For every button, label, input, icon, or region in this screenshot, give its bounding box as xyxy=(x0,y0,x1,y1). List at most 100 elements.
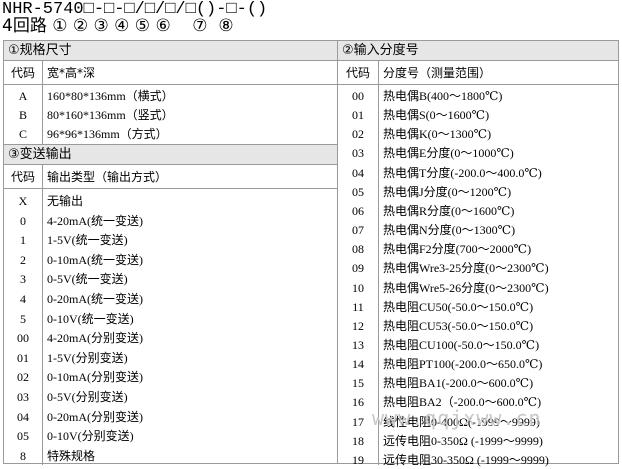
row-code: 18 xyxy=(352,433,364,448)
row-description: 热电阻BA1(-200.0～600.0℃) xyxy=(383,376,534,391)
row-code: X xyxy=(18,194,28,208)
row-code: 00 xyxy=(17,331,29,346)
row-description: 特殊规格 xyxy=(47,448,96,463)
row-description: 0-10V(统一变送) xyxy=(47,311,134,326)
section-input-col-code: 代码 xyxy=(345,66,370,80)
row-code: A xyxy=(18,89,28,103)
row-code: 03 xyxy=(352,146,364,161)
row-code: 1 xyxy=(20,233,26,248)
section-size-panel: ①规格尺寸 代码 宽*高*深 A 160*80*136mm（横式） B 80*160*… xyxy=(3,40,338,145)
row-description: 96*96*136mm（方式） xyxy=(47,127,168,142)
section-size-title: ①规格尺寸 xyxy=(4,41,337,61)
row-description: 0-10mA(分别变送) xyxy=(47,370,143,385)
row-description: 热电偶J分度(0～1200℃) xyxy=(383,184,512,199)
row-description: 160*80*136mm（横式） xyxy=(47,89,174,103)
row-code: 8 xyxy=(20,448,26,463)
row-description: 80*160*136mm（竖式） xyxy=(47,108,174,123)
row-code: 03 xyxy=(17,390,29,404)
row-description: 1-5V(统一变送) xyxy=(47,233,128,248)
table-row: X 无输出 xyxy=(4,192,337,210)
row-description: 0-10V(分别变送) xyxy=(47,429,134,444)
row-description: 4-20mA(分别变送) xyxy=(47,331,143,346)
row-code: 11 xyxy=(352,299,364,314)
table-row: 14 热电阻PT100(-200.0～650.0℃) xyxy=(338,355,618,373)
section-input-panel: ②输入分度号 代码 分度号（测量范围） 00 热电偶B(400～1800℃) 01 热… xyxy=(337,40,619,467)
table-row: 05 热电偶J分度(0～1200℃) xyxy=(338,183,618,201)
row-description: 0-5V(分别变送) xyxy=(47,390,128,404)
table-row: 07 热电偶N分度(0～1300℃) xyxy=(338,221,618,239)
row-code: 15 xyxy=(352,376,364,391)
row-code: 3 xyxy=(20,272,26,287)
row-code: 13 xyxy=(352,337,364,352)
table-row: 00 热电偶B(400～1800℃) xyxy=(338,87,618,105)
row-code: 02 xyxy=(352,127,364,142)
table-row: A 160*80*136mm（横式） xyxy=(4,87,337,105)
row-code: 00 xyxy=(352,89,364,103)
row-description: 热电偶B(400～1800℃) xyxy=(383,89,503,103)
table-row: 01 1-5V(分别变送) xyxy=(4,349,337,367)
row-description: 0-10mA(统一变送) xyxy=(47,252,143,267)
row-code: 0 xyxy=(20,213,26,228)
row-code: 05 xyxy=(352,184,364,199)
table-row: 8 特殊规格 xyxy=(4,447,337,465)
table-row: 02 热电偶K(0～1300℃) xyxy=(338,125,618,143)
row-code: C xyxy=(18,127,27,142)
row-description: 热电阻PT100(-200.0～650.0℃) xyxy=(383,357,543,372)
table-row: 11 热电阻CU50(-50.0～150.0℃) xyxy=(338,298,618,316)
row-description: 0-5V(统一变送) xyxy=(47,272,128,287)
row-code: 14 xyxy=(352,357,364,372)
section-output-col-desc: 输出类型（输出方式） xyxy=(47,170,168,184)
row-code: 08 xyxy=(352,242,364,257)
table-row: 00 4-20mA(分别变送) xyxy=(4,329,337,347)
row-description: 热电偶F2分度(700～2000℃) xyxy=(383,242,532,257)
section-output-col-code: 代码 xyxy=(10,170,35,184)
section-output-panel: ③变送输出 代码 输出类型（输出方式） X 无输出 0 4-20mA(统一变送) 1 1-… xyxy=(3,144,338,465)
table-row: 0 4-20mA(统一变送) xyxy=(4,212,337,230)
table-row: 03 热电偶E分度(0～1000℃) xyxy=(338,144,618,162)
table-row: 05 0-10V(分别变送) xyxy=(4,427,337,445)
table-row: 09 热电偶Wre3-25分度(0～2300℃) xyxy=(338,259,618,277)
table-row: 04 热电偶T分度(-200.0～400.0℃) xyxy=(338,164,618,182)
row-code: 01 xyxy=(17,350,29,365)
section-input-title: ②输入分度号 xyxy=(338,41,618,61)
table-row: 4 0-20mA(统一变送) xyxy=(4,290,337,308)
row-code: 04 xyxy=(352,165,364,180)
position-numbering: 4回路 ① ② ③ ④ ⑤ ⑥ ⑦ ⑧ xyxy=(2,16,234,36)
row-description: 0-20mA(分别变送) xyxy=(47,409,143,424)
table-row: B 80*160*136mm（竖式） xyxy=(4,106,337,124)
row-code: 06 xyxy=(352,203,364,218)
table-row: 5 0-10V(统一变送) xyxy=(4,310,337,328)
table-row: 1 1-5V(统一变送) xyxy=(4,231,337,249)
row-description: 热电阻CU50(-50.0～150.0℃) xyxy=(383,299,534,314)
row-description: 热电偶R分度(0～1600℃) xyxy=(383,203,515,218)
row-code: 01 xyxy=(352,108,364,123)
table-row: C 96*96*136mm（方式） xyxy=(4,125,337,143)
row-code: 09 xyxy=(352,261,364,276)
table-row: 08 热电偶F2分度(700～2000℃) xyxy=(338,240,618,258)
section-size-col-code: 代码 xyxy=(10,66,35,80)
row-code: 05 xyxy=(17,429,29,444)
row-description: 热电偶N分度(0～1300℃) xyxy=(383,223,516,238)
table-row: 15 热电阻BA1(-200.0～600.0℃) xyxy=(338,374,618,392)
row-code: 2 xyxy=(20,252,26,267)
section-size-col-desc: 宽*高*深 xyxy=(47,66,96,80)
row-code: 5 xyxy=(20,311,26,326)
table-row: 03 0-5V(分别变送) xyxy=(4,388,337,406)
table-row: 13 热电阻CU100(-50.0～150.0℃) xyxy=(338,336,618,354)
row-description: 1-5V(分别变送) xyxy=(47,350,128,365)
row-code: 12 xyxy=(352,318,364,333)
row-description: 热电阻CU100(-50.0～150.0℃) xyxy=(383,337,540,352)
table-row: 2 0-10mA(统一变送) xyxy=(4,251,337,269)
row-code: 10 xyxy=(352,280,364,295)
row-description: 热电阻CU53(-50.0～150.0℃) xyxy=(383,318,534,333)
row-description: 热电偶T分度(-200.0～400.0℃) xyxy=(383,165,542,180)
table-row: 02 0-10mA(分别变送) xyxy=(4,368,337,386)
section-input-col-desc: 分度号（测量范围） xyxy=(383,66,492,80)
row-description: 0-20mA(统一变送) xyxy=(47,292,143,306)
table-row: 06 热电偶R分度(0～1600℃) xyxy=(338,202,618,220)
row-description: 4-20mA(统一变送) xyxy=(47,213,143,228)
row-code: 02 xyxy=(17,370,29,385)
row-description: 热电偶Wre3-25分度(0～2300℃) xyxy=(383,261,549,276)
table-row: 18 远传电阻0-350Ω (-1999～9999) xyxy=(338,432,618,450)
row-description: 热电偶E分度(0～1000℃) xyxy=(383,146,514,161)
